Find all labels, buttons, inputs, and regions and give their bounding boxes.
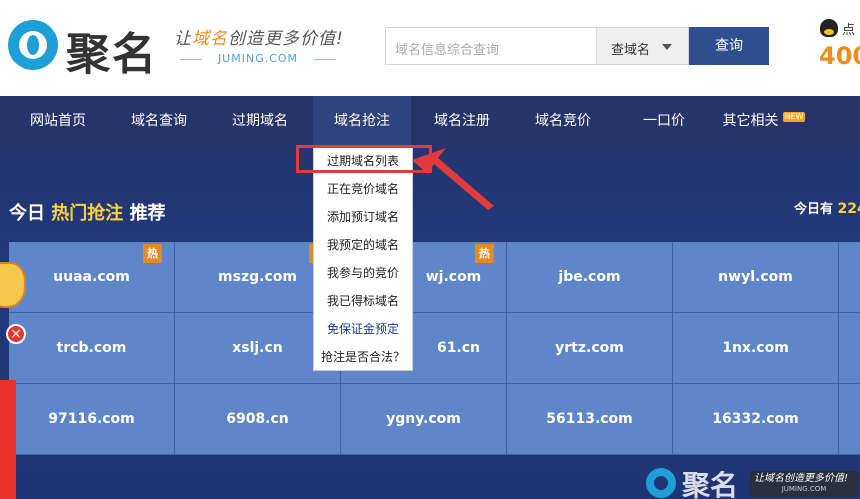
domain-cell[interactable]: 97116.com xyxy=(9,384,175,455)
domain-cell[interactable]: 56113.com xyxy=(507,384,673,455)
new-badge: NEW xyxy=(782,112,806,122)
main-nav: 网站首页 域名查询 过期域名 域名抢注 域名注册 域名竞价 一口价 其它相关 NE… xyxy=(0,96,860,146)
menu-item-my-bids[interactable]: 我参与的竞价 xyxy=(314,259,412,287)
nav-label: 一口价 xyxy=(643,113,685,129)
domain-name[interactable]: nwyl.com xyxy=(718,269,793,285)
today-count: 今日有 224 xyxy=(794,201,860,217)
mascot-icon xyxy=(0,262,26,308)
hot-badge: 热 xyxy=(475,244,494,263)
nav-label: 域名竞价 xyxy=(535,113,591,129)
domain-name[interactable]: 56113.com xyxy=(546,411,633,427)
float-promo-icon[interactable] xyxy=(0,262,34,324)
footer-slogan: 让域名创造更多价值! JUMING.COM xyxy=(750,471,858,497)
domain-cell[interactable]: nwyl.com xyxy=(673,242,839,313)
menu-item-legal[interactable]: 抢注是否合法？ xyxy=(314,343,412,371)
logo-icon xyxy=(646,468,676,498)
nav-label: 网站首页 xyxy=(30,113,86,129)
domain-name[interactable]: 97116.com xyxy=(48,411,135,427)
nav-item-domain-search[interactable]: 域名查询 xyxy=(111,96,207,146)
domain-name[interactable]: jbe.com xyxy=(558,269,620,285)
float-side-banner[interactable] xyxy=(0,380,16,499)
hot-badge: 热 xyxy=(143,244,162,263)
close-icon[interactable]: × xyxy=(6,324,26,344)
domain-name[interactable]: 1nx.com xyxy=(722,340,789,356)
nav-item-register[interactable]: 域名注册 xyxy=(414,96,510,146)
nav-item-expired[interactable]: 过期域名 xyxy=(212,96,308,146)
search-button[interactable]: 查询 xyxy=(689,27,769,65)
menu-item-bidding[interactable]: 正在竞价域名 xyxy=(314,175,412,203)
domain-cell-partial[interactable] xyxy=(839,384,860,455)
slogan: 让域名创造更多价值! xyxy=(174,29,344,49)
logo-icon[interactable] xyxy=(8,20,58,70)
qq-label[interactable]: 点 xyxy=(842,19,855,38)
domain-cell-partial[interactable] xyxy=(839,313,860,384)
nav-item-other[interactable]: 其它相关 NEW xyxy=(714,96,814,146)
domain-name[interactable]: yrtz.com xyxy=(555,340,624,356)
domain-cell-partial[interactable] xyxy=(839,242,860,313)
nav-label: 域名注册 xyxy=(434,113,490,129)
domain-cell[interactable]: 6908.cn xyxy=(175,384,341,455)
domain-name[interactable]: mszg.com xyxy=(218,269,297,285)
domain-cell[interactable]: 1nx.com xyxy=(673,313,839,384)
domain-cell[interactable]: jbe.com xyxy=(507,242,673,313)
menu-item-my-reserved[interactable]: 我预定的域名 xyxy=(314,231,412,259)
nav-item-auction[interactable]: 域名竞价 xyxy=(515,96,611,146)
footer-logo: 聚名 让域名创造更多价值! JUMING.COM xyxy=(646,466,860,499)
phone-number: 400 xyxy=(819,42,860,70)
nav-label: 其它相关 xyxy=(722,113,779,129)
search-type-label: 查域名 xyxy=(611,43,651,58)
domain-name[interactable]: uuaa.com xyxy=(53,269,130,285)
domain-cell[interactable]: 16332.com xyxy=(673,384,839,455)
domain-name[interactable]: trcb.com xyxy=(57,340,127,356)
domain-name[interactable]: ygny.com xyxy=(386,411,461,427)
footer-logo-text: 聚名 xyxy=(682,469,739,499)
chevron-down-icon xyxy=(662,44,672,50)
domain-cell[interactable]: yrtz.com xyxy=(507,313,673,384)
qq-icon[interactable] xyxy=(820,19,838,37)
logo-text[interactable]: 聚名 xyxy=(66,18,158,82)
domain-name[interactable]: 6908.cn xyxy=(226,411,289,427)
nav-label: 域名抢注 xyxy=(334,113,390,129)
site-header: 聚名 让域名创造更多价值! JUMING.COM 域名信息综合查询 查域名 查询… xyxy=(0,0,860,96)
menu-item-add-reserve[interactable]: 添加预订域名 xyxy=(314,203,412,231)
nav-item-fixed-price[interactable]: 一口价 xyxy=(616,96,712,146)
menu-item-won[interactable]: 我已得标域名 xyxy=(314,287,412,315)
search-input[interactable]: 域名信息综合查询 xyxy=(385,27,597,65)
nav-item-home[interactable]: 网站首页 xyxy=(10,96,106,146)
nav-label: 过期域名 xyxy=(232,113,288,129)
nav-label: 域名查询 xyxy=(131,113,187,129)
menu-item-no-deposit[interactable]: 免保证金预定 xyxy=(314,315,412,343)
nav-item-snatch[interactable]: 域名抢注 xyxy=(313,96,411,146)
domain-name[interactable]: 16332.com xyxy=(712,411,799,427)
annotation-arrow-icon xyxy=(412,148,494,210)
slogan-domain: JUMING.COM xyxy=(180,52,336,65)
section-title: 今日 热门抢注 推荐 xyxy=(9,203,166,224)
domain-name[interactable]: xslj.cn xyxy=(232,340,283,356)
snatch-dropdown-menu: 过期域名列表 正在竞价域名 添加预订域名 我预定的域名 我参与的竞价 我已得标域… xyxy=(313,146,413,371)
domain-cell[interactable]: ygny.com xyxy=(341,384,507,455)
search-type-select[interactable]: 查域名 xyxy=(597,27,689,65)
